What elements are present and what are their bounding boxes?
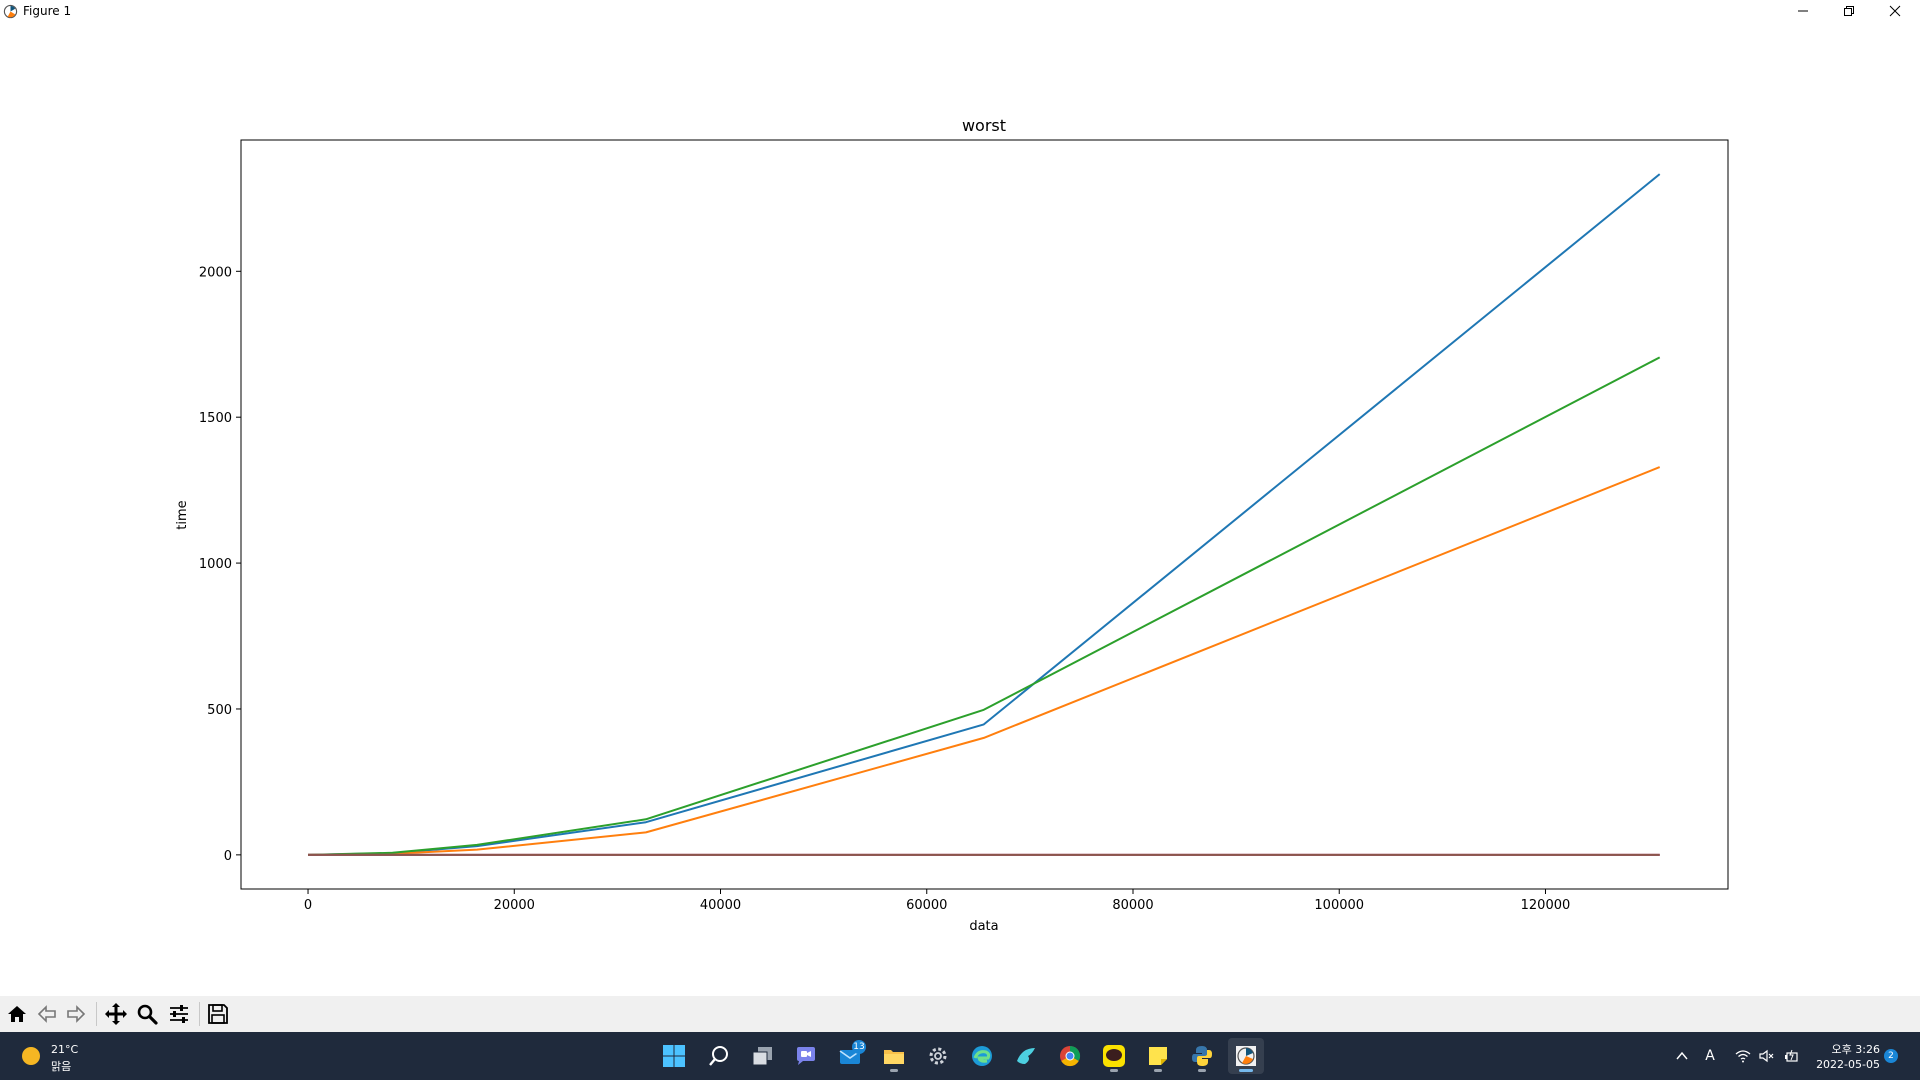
x-axis-label: data [969,919,998,934]
floppy-icon [208,1004,228,1024]
running-indicator [1198,1069,1206,1072]
edge-browser-icon [972,1046,992,1066]
wifi-status[interactable] [1732,1046,1754,1066]
taskbar-mail[interactable]: 13 [832,1038,868,1074]
figure-canvas[interactable]: 0 20000 40000 60000 80000 100000 120000 0 500 100… [0,24,1920,996]
y-tick-label: 500 [207,703,232,718]
task-view-icon [752,1047,772,1066]
battery-status[interactable] [1780,1046,1802,1066]
sliders-icon [170,1005,188,1023]
y-tick-label: 2000 [199,265,232,280]
sun-icon[interactable] [22,1047,40,1065]
running-indicator [1110,1069,1118,1072]
forward-button[interactable] [62,1000,90,1028]
x-tick-label: 100000 [1314,898,1364,913]
chrome-icon [1060,1045,1081,1067]
zoom-button[interactable] [133,1000,161,1028]
restore-button[interactable] [1826,0,1872,22]
x-tick-label: 80000 [1112,898,1153,913]
taskbar-matplotlib-figure[interactable] [1228,1038,1264,1074]
taskbar [0,1032,1920,1080]
matplotlib-app-icon [1236,1046,1256,1066]
toolbar-separator [96,1002,97,1026]
taskbar-settings[interactable] [920,1038,956,1074]
search-icon [709,1046,728,1066]
matplotlib-icon [3,4,18,19]
taskbar-app-bird[interactable] [1008,1038,1044,1074]
plot-background [241,140,1728,889]
running-indicator [1154,1069,1162,1072]
close-icon [1889,5,1901,17]
y-tick-label: 0 [224,849,232,864]
clock-date[interactable]: 2022-05-05 [1800,1058,1880,1071]
arrow-left-icon [37,1005,56,1023]
gear-icon [929,1047,947,1065]
arrow-right-icon [67,1005,86,1023]
bird-app-icon [1017,1048,1035,1064]
toolbar-separator [199,1002,200,1026]
chat-icon [797,1047,815,1065]
clock-time[interactable]: 오후 3:26 [1810,1041,1880,1057]
home-button[interactable] [3,1000,31,1028]
wifi-icon [1735,1050,1751,1063]
x-tick-label: 120000 [1521,898,1571,913]
home-icon [8,1006,26,1022]
x-tick-label: 60000 [906,898,947,913]
y-tick-label: 1500 [199,411,232,426]
back-button[interactable] [33,1000,61,1028]
weather-temperature[interactable]: 21°C [51,1043,78,1056]
magnifier-icon [137,1004,158,1025]
pan-button[interactable] [102,1000,130,1028]
python-icon [1192,1046,1212,1066]
tray-overflow-button[interactable] [1672,1046,1692,1066]
close-button[interactable] [1872,0,1918,22]
chart-title: worst [962,116,1006,135]
window-title: Figure 1 [23,4,72,18]
notification-badge[interactable]: 2 [1884,1049,1898,1063]
running-indicator [1239,1069,1253,1072]
kakaotalk-icon [1103,1045,1125,1067]
taskbar-file-explorer[interactable] [876,1038,912,1074]
input-method-indicator[interactable]: A [1700,1046,1720,1066]
configure-subplots-button[interactable] [165,1000,193,1028]
save-button[interactable] [204,1000,232,1028]
move-icon [105,1003,127,1025]
start-button[interactable] [656,1038,692,1074]
task-view-button[interactable] [745,1038,781,1074]
taskbar-kakaotalk[interactable] [1096,1038,1132,1074]
navigation-toolbar [0,996,1920,1032]
windows-start-icon [663,1045,685,1067]
search-button[interactable] [701,1038,737,1074]
restore-icon [1844,6,1854,16]
x-tick-label: 40000 [700,898,741,913]
speaker-muted-icon [1759,1049,1774,1063]
taskbar-chrome[interactable] [1052,1038,1088,1074]
weather-condition[interactable]: 맑음 [51,1058,71,1074]
line-chart: 0 20000 40000 60000 80000 100000 120000 0 500 100… [175,116,1729,934]
taskbar-python[interactable] [1184,1038,1220,1074]
x-tick-label: 0 [304,898,312,913]
y-axis-label: time [175,500,190,529]
battery-icon [1785,1049,1798,1062]
volume-status[interactable] [1756,1046,1778,1066]
chevron-up-icon [1676,1051,1688,1060]
folder-icon [884,1050,904,1064]
window-titlebar: Figure 1 [0,0,1920,24]
minimize-icon [1798,10,1808,12]
taskbar-edge[interactable] [964,1038,1000,1074]
taskbar-teams-chat[interactable] [788,1038,824,1074]
y-tick-label: 1000 [199,557,232,572]
mail-badge: 13 [852,1040,866,1054]
taskbar-sticky-notes[interactable] [1140,1038,1176,1074]
minimize-button[interactable] [1780,0,1826,22]
running-indicator [890,1069,898,1072]
sticky-note-icon [1149,1047,1167,1065]
x-tick-label: 20000 [494,898,535,913]
